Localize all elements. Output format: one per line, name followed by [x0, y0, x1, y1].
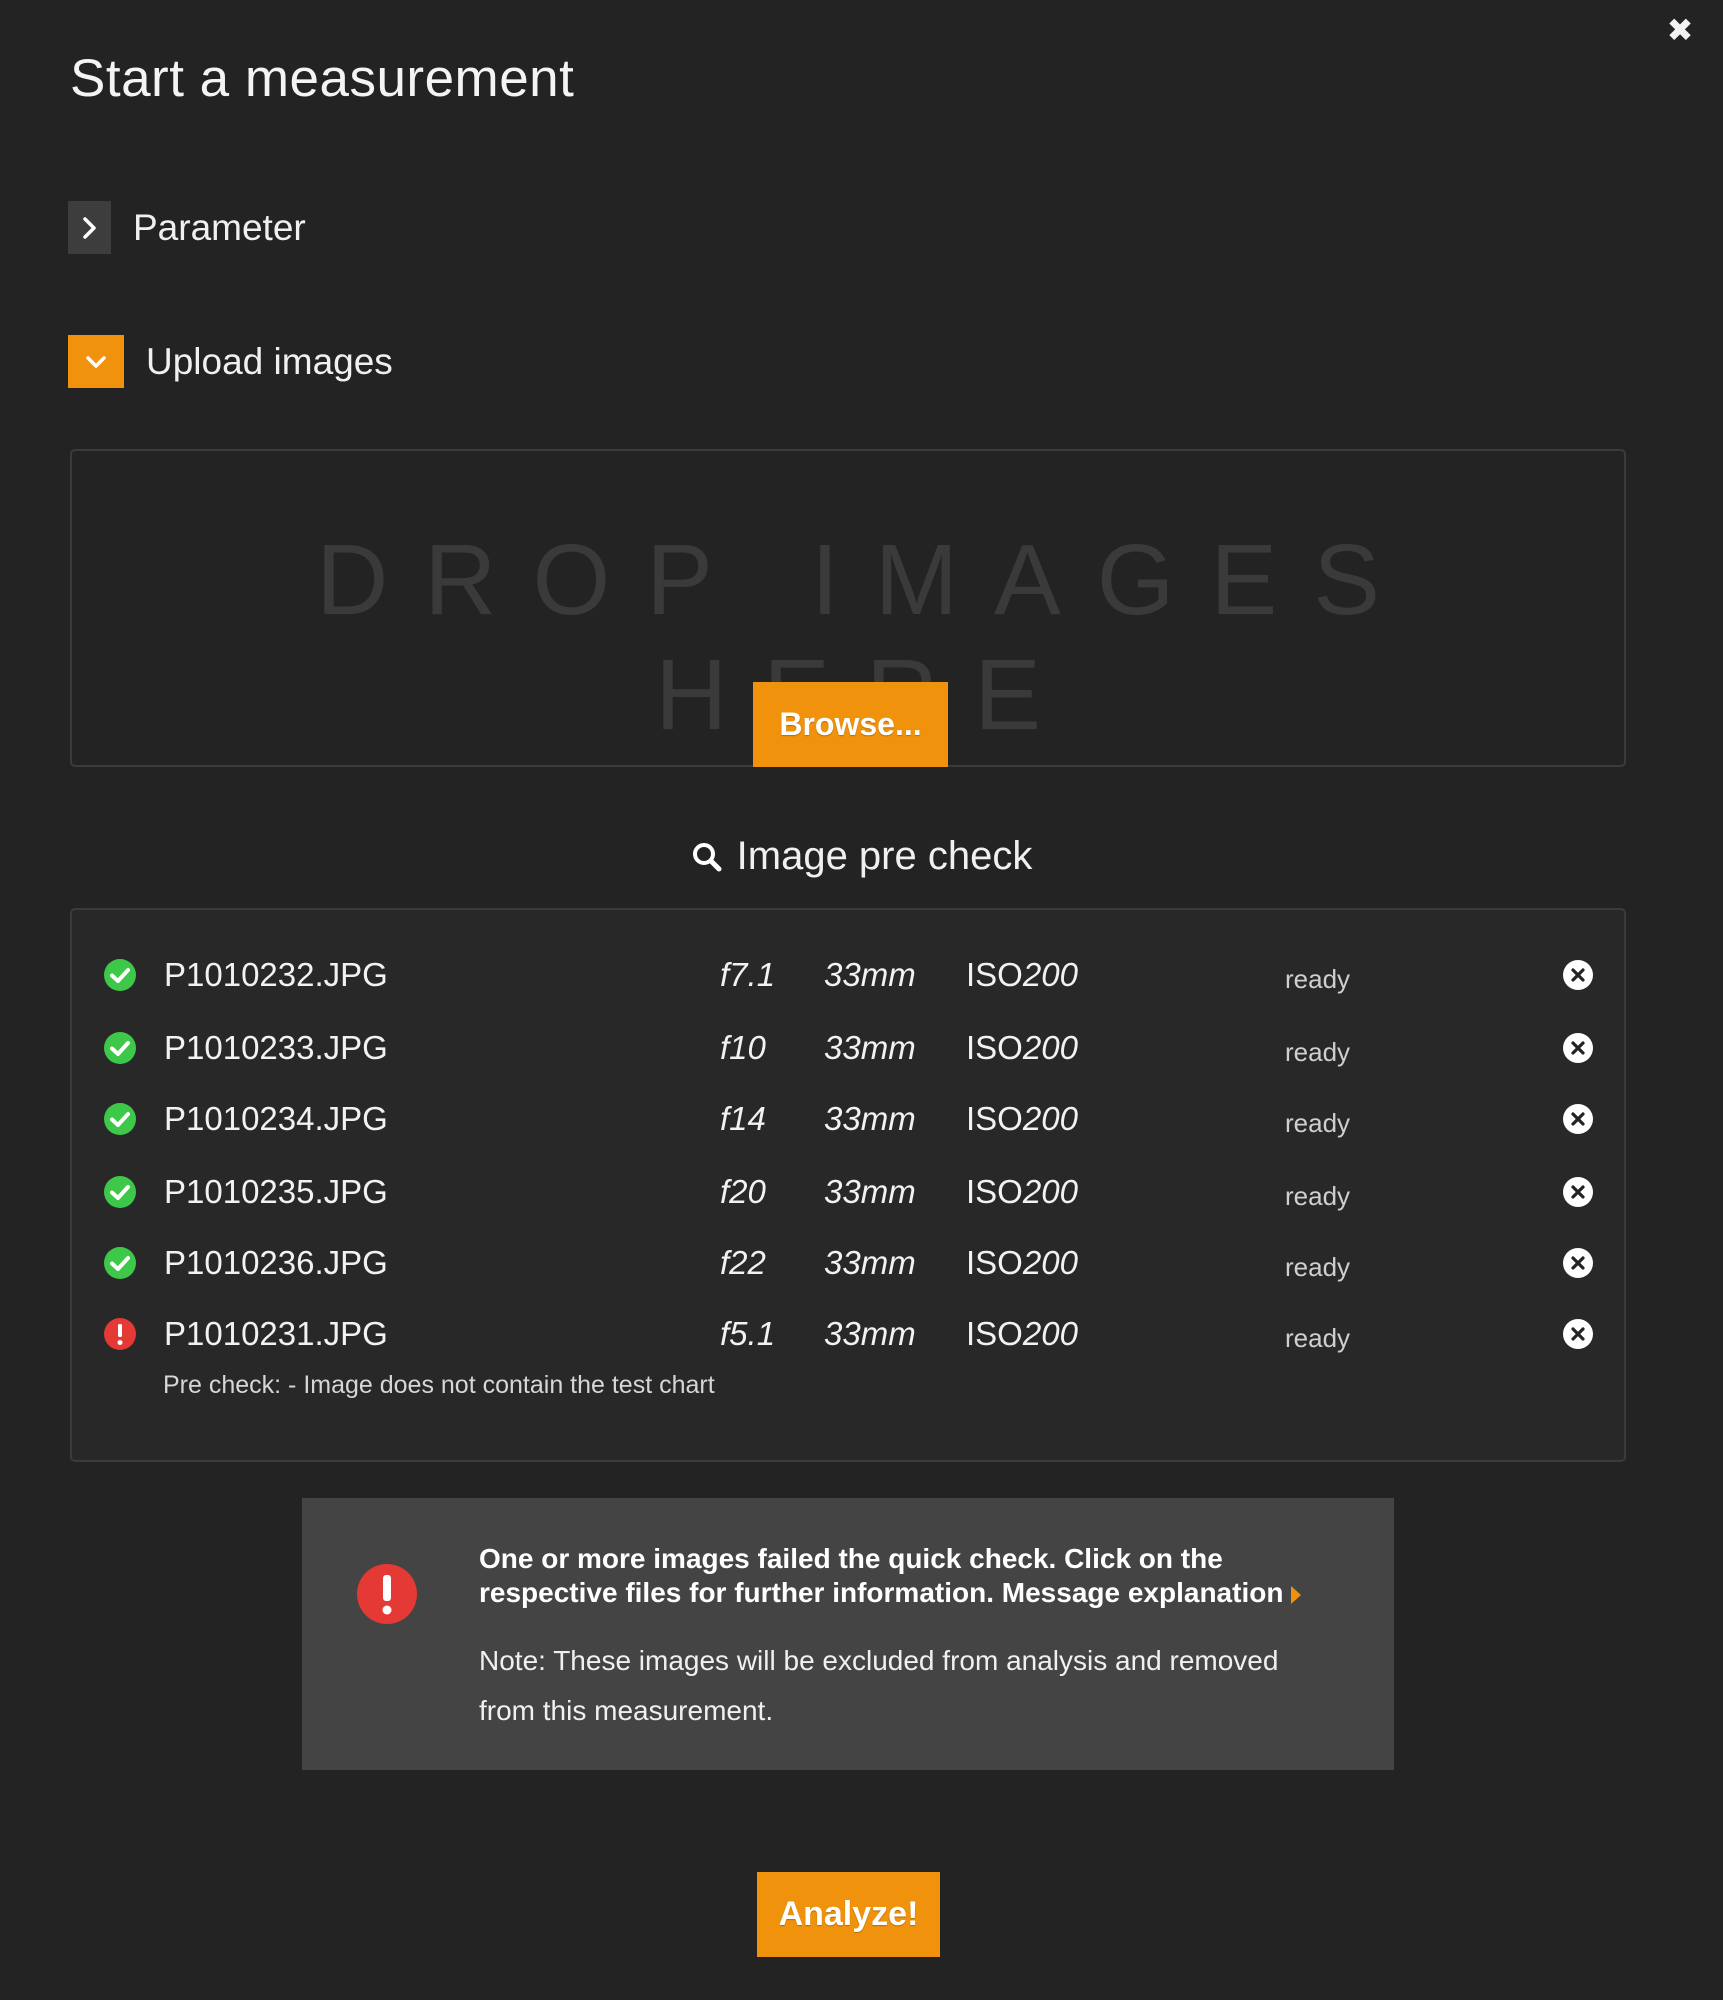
remove-file-icon[interactable] — [1562, 1103, 1594, 1135]
file-iso: ISO200 — [966, 956, 1078, 994]
file-focal-length: 33mm — [824, 1029, 916, 1066]
file-name[interactable]: P1010231.JPG — [164, 1315, 388, 1353]
remove-file-icon[interactable] — [1562, 1032, 1594, 1064]
file-iso-value: 200 — [1022, 1029, 1078, 1066]
file-aperture: f22 — [720, 1244, 766, 1281]
file-name[interactable]: P1010232.JPG — [164, 956, 388, 994]
precheck-title: Image pre check — [736, 834, 1033, 878]
error-icon — [357, 1564, 417, 1624]
browse-button[interactable]: Browse... — [753, 682, 948, 767]
remove-file-icon[interactable] — [1562, 1318, 1594, 1350]
file-row[interactable]: P1010235.JPG f20 33mm ISO200 ready — [72, 1167, 1624, 1217]
chevron-right-icon[interactable] — [68, 201, 111, 254]
file-state: ready — [1285, 1037, 1351, 1067]
file-row[interactable]: P1010236.JPG f22 33mm ISO200 ready — [72, 1238, 1624, 1288]
precheck-alert: One or more images failed the quick chec… — [302, 1498, 1394, 1770]
alert-message: One or more images failed the quick chec… — [479, 1542, 1339, 1610]
file-focal-length: 33mm — [824, 1244, 916, 1281]
check-circle-icon — [103, 1031, 137, 1065]
file-focal-length: 33mm — [824, 1100, 916, 1137]
section-upload-toggle[interactable]: Upload images — [68, 335, 393, 388]
precheck-error-note: Pre check: - Image does not contain the … — [163, 1371, 715, 1399]
section-parameter-label[interactable]: Parameter — [133, 207, 306, 249]
file-row[interactable]: P1010233.JPG f10 33mm ISO200 ready — [72, 1023, 1624, 1073]
chevron-down-icon[interactable] — [68, 335, 124, 388]
remove-file-icon[interactable] — [1562, 1247, 1594, 1279]
file-state: ready — [1285, 1323, 1351, 1353]
file-state: ready — [1285, 964, 1351, 994]
check-circle-icon — [103, 958, 137, 992]
alert-note: Note: These images will be excluded from… — [479, 1645, 1279, 1726]
triangle-right-icon[interactable] — [1291, 1585, 1302, 1604]
section-parameter-toggle[interactable]: Parameter — [68, 201, 306, 254]
section-upload-label[interactable]: Upload images — [146, 341, 393, 383]
file-row[interactable]: P1010232.JPG f7.1 33mm ISO200 ready — [72, 950, 1624, 1000]
analyze-button[interactable]: Analyze! — [757, 1872, 940, 1957]
file-iso-value: 200 — [1022, 1173, 1078, 1210]
file-state: ready — [1285, 1181, 1351, 1211]
close-icon[interactable]: ✖ — [1665, 14, 1695, 46]
file-name[interactable]: P1010233.JPG — [164, 1029, 388, 1067]
remove-file-icon[interactable] — [1562, 1176, 1594, 1208]
file-name[interactable]: P1010235.JPG — [164, 1173, 388, 1211]
file-state: ready — [1285, 1252, 1351, 1282]
file-iso-prefix: ISO — [966, 1244, 1023, 1281]
file-row[interactable]: P1010234.JPG f14 33mm ISO200 ready — [72, 1094, 1624, 1144]
check-circle-icon — [103, 1102, 137, 1136]
precheck-heading: Image pre check — [0, 834, 1723, 879]
file-focal-length: 33mm — [824, 1315, 916, 1352]
file-iso-value: 200 — [1022, 956, 1078, 993]
file-aperture: f14 — [720, 1100, 766, 1137]
page-title: Start a measurement — [70, 49, 575, 108]
file-iso: ISO200 — [966, 1029, 1078, 1067]
file-iso-prefix: ISO — [966, 1100, 1023, 1137]
file-iso-value: 200 — [1022, 1244, 1078, 1281]
file-aperture: f5.1 — [720, 1315, 776, 1352]
file-row[interactable]: P1010231.JPG f5.1 33mm ISO200 ready — [72, 1309, 1624, 1359]
file-iso: ISO200 — [966, 1244, 1078, 1282]
check-circle-icon — [103, 1175, 137, 1209]
file-list: Pre check: - Image does not contain the … — [70, 908, 1626, 1462]
error-icon — [103, 1317, 137, 1351]
message-explanation-label[interactable]: Message explanation — [1002, 1577, 1284, 1608]
file-iso-value: 200 — [1022, 1100, 1078, 1137]
file-focal-length: 33mm — [824, 956, 916, 993]
search-icon — [692, 842, 722, 871]
file-iso: ISO200 — [966, 1315, 1078, 1353]
file-iso-value: 200 — [1022, 1315, 1078, 1352]
message-explanation-link[interactable]: Message explanation — [1002, 1577, 1302, 1608]
file-iso: ISO200 — [966, 1100, 1078, 1138]
file-iso-prefix: ISO — [966, 1173, 1023, 1210]
file-iso: ISO200 — [966, 1173, 1078, 1211]
file-name[interactable]: P1010236.JPG — [164, 1244, 388, 1282]
image-dropzone[interactable]: DROP IMAGES HERE Browse... — [70, 449, 1626, 767]
file-iso-prefix: ISO — [966, 1029, 1023, 1066]
remove-file-icon[interactable] — [1562, 959, 1594, 991]
check-circle-icon — [103, 1246, 137, 1280]
file-state: ready — [1285, 1108, 1351, 1138]
file-iso-prefix: ISO — [966, 1315, 1023, 1352]
file-aperture: f10 — [720, 1029, 766, 1066]
file-aperture: f20 — [720, 1173, 766, 1210]
file-iso-prefix: ISO — [966, 956, 1023, 993]
file-name[interactable]: P1010234.JPG — [164, 1100, 388, 1138]
file-aperture: f7.1 — [720, 956, 776, 993]
file-focal-length: 33mm — [824, 1173, 916, 1210]
